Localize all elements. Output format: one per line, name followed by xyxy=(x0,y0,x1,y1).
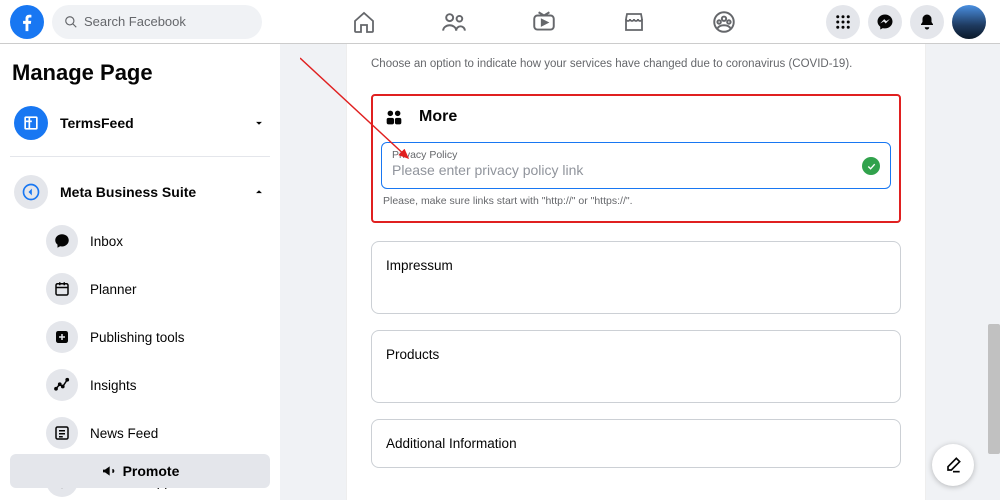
insights-icon xyxy=(46,369,78,401)
page-selector[interactable]: TermsFeed xyxy=(10,100,270,146)
page-name: TermsFeed xyxy=(60,115,134,131)
chevron-down-icon xyxy=(252,116,266,130)
check-icon xyxy=(862,157,880,175)
privacy-policy-input[interactable] xyxy=(392,162,841,178)
sidebar-item-newsfeed[interactable]: News Feed xyxy=(10,409,270,457)
sidebar-item-publishing[interactable]: Publishing tools xyxy=(10,313,270,361)
home-icon[interactable] xyxy=(349,7,379,37)
sidebar-item-inbox[interactable]: Inbox xyxy=(10,217,270,265)
edit-icon xyxy=(943,455,963,475)
section-title: Meta Business Suite xyxy=(60,184,196,200)
chat-icon xyxy=(46,225,78,257)
facebook-logo[interactable] xyxy=(10,5,44,39)
watch-icon[interactable] xyxy=(529,7,559,37)
people-icon xyxy=(383,106,405,128)
meta-suite-icon xyxy=(14,175,48,209)
impressum-card[interactable]: Impressum xyxy=(371,241,901,314)
compose-fab[interactable] xyxy=(932,444,974,486)
chevron-up-icon xyxy=(252,185,266,199)
sidebar-section-meta[interactable]: Meta Business Suite xyxy=(10,167,270,217)
marketplace-icon[interactable] xyxy=(619,7,649,37)
privacy-policy-field[interactable]: Privacy Policy xyxy=(381,142,891,189)
search-placeholder: Search Facebook xyxy=(84,14,186,29)
more-title: More xyxy=(419,108,457,126)
sidebar-item-planner[interactable]: Planner xyxy=(10,265,270,313)
avatar[interactable] xyxy=(952,5,986,39)
more-section-highlight: More Privacy Policy Please, make sure li… xyxy=(371,94,901,223)
page-title: Manage Page xyxy=(10,60,270,86)
field-label: Privacy Policy xyxy=(392,149,880,161)
feed-icon xyxy=(46,417,78,449)
calendar-icon xyxy=(46,273,78,305)
search-input[interactable]: Search Facebook xyxy=(52,5,262,39)
additional-info-card[interactable]: Additional Information xyxy=(371,419,901,468)
products-card[interactable]: Products xyxy=(371,330,901,403)
friends-icon[interactable] xyxy=(439,7,469,37)
sidebar-item-insights[interactable]: Insights xyxy=(10,361,270,409)
page-logo-icon xyxy=(14,106,48,140)
search-icon xyxy=(64,15,78,29)
settings-panel: Choose an option to indicate how your se… xyxy=(346,44,926,500)
field-hint: Please, make sure links start with "http… xyxy=(383,195,889,207)
notifications-icon[interactable] xyxy=(910,5,944,39)
sidebar: Manage Page TermsFeed Meta Business Suit… xyxy=(0,44,280,500)
messenger-icon[interactable] xyxy=(868,5,902,39)
megaphone-icon xyxy=(101,463,117,479)
publish-icon xyxy=(46,321,78,353)
covid-note: Choose an option to indicate how your se… xyxy=(371,58,901,70)
scrollbar-thumb[interactable] xyxy=(988,324,1000,454)
promote-button[interactable]: Promote xyxy=(10,454,270,488)
menu-grid-icon[interactable] xyxy=(826,5,860,39)
groups-icon[interactable] xyxy=(709,7,739,37)
